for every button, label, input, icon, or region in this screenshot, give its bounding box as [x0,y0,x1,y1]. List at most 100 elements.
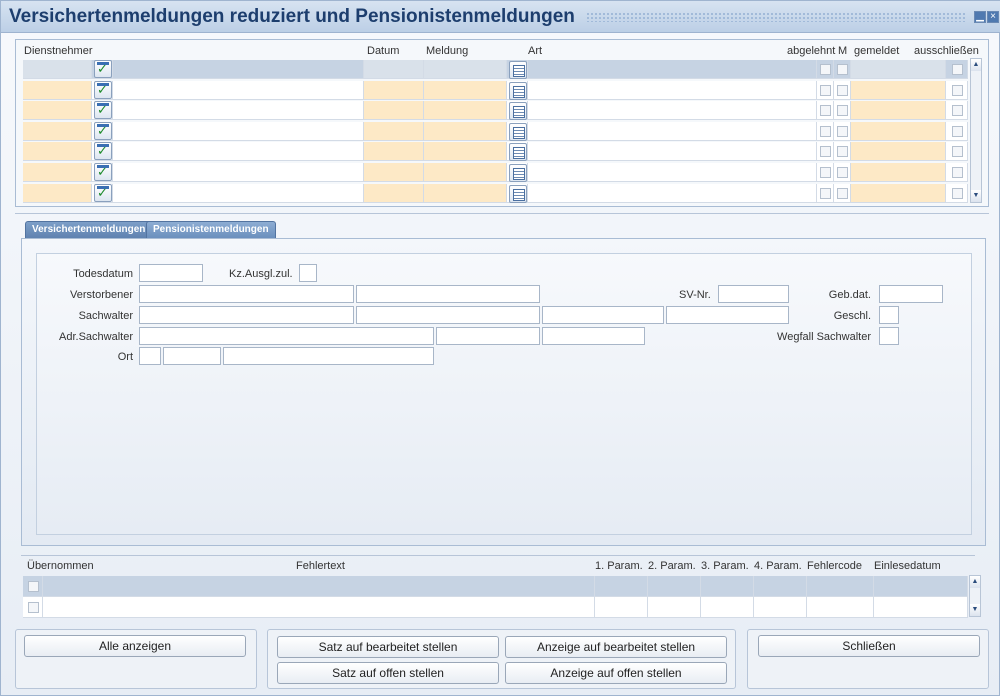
gemeldet-cell[interactable] [851,163,946,182]
dienstnehmer-name-cell[interactable] [113,101,364,120]
fehler-scrollbar[interactable]: ▲ ▼ [969,575,981,617]
gemeldet-cell[interactable] [851,184,946,203]
dienstnehmer-name-cell[interactable] [113,142,364,161]
check-document-icon[interactable] [94,101,112,119]
param3-cell[interactable] [701,597,754,618]
check-document-icon[interactable] [94,81,112,99]
check-document-icon[interactable] [94,184,112,202]
tab-versichertenmeldungen[interactable]: Versichertenmeldungen [25,221,153,238]
check-document-icon[interactable] [94,60,112,78]
document-list-icon[interactable] [509,164,527,182]
meldung-cell[interactable] [424,81,507,100]
abgelehnt-checkbox[interactable] [820,105,831,116]
document-list-icon[interactable] [509,143,527,161]
sv-nr-field[interactable] [718,285,789,303]
m-checkbox[interactable] [837,126,848,137]
sachwalter-field-1[interactable] [139,306,354,324]
param2-cell[interactable] [648,597,701,618]
art-cell[interactable] [528,101,817,120]
ort-land-field[interactable] [139,347,161,365]
abgelehnt-checkbox[interactable] [820,64,831,75]
gemeldet-cell[interactable] [851,81,946,100]
anzeige-offen-button[interactable]: Anzeige auf offen stellen [505,662,727,684]
geschl-field[interactable] [879,306,899,324]
dienstnehmer-name-cell[interactable] [113,60,364,79]
fehlercode-cell[interactable] [807,576,874,597]
param1-cell[interactable] [595,597,648,618]
datum-cell[interactable] [364,122,424,141]
minimize-icon[interactable]: ▁ [974,11,986,23]
document-list-icon[interactable] [509,102,527,120]
todesdatum-field[interactable] [139,264,203,282]
meldungen-scrollbar[interactable]: ▲ ▼ [970,58,982,203]
meldung-cell[interactable] [424,101,507,120]
adr-sachwalter-field-3[interactable] [542,327,645,345]
dienstnehmer-name-cell[interactable] [113,184,364,203]
datum-cell[interactable] [364,81,424,100]
dienstnehmer-name-cell[interactable] [113,122,364,141]
ausschliessen-checkbox[interactable] [952,105,963,116]
abgelehnt-checkbox[interactable] [820,167,831,178]
close-icon[interactable]: × [987,11,999,23]
param1-cell[interactable] [595,576,648,597]
schliessen-button[interactable]: Schließen [758,635,980,657]
anzeige-bearbeitet-button[interactable]: Anzeige auf bearbeitet stellen [505,636,727,658]
datum-cell[interactable] [364,101,424,120]
art-cell[interactable] [528,122,817,141]
dienstnehmer-nr-cell[interactable] [23,60,92,79]
gemeldet-cell[interactable] [851,101,946,120]
param3-cell[interactable] [701,576,754,597]
ausschliessen-checkbox[interactable] [952,126,963,137]
datum-cell[interactable] [364,60,424,79]
param4-cell[interactable] [754,597,807,618]
check-document-icon[interactable] [94,142,112,160]
document-list-icon[interactable] [509,123,527,141]
m-checkbox[interactable] [837,167,848,178]
verstorbener-vorname-field[interactable] [356,285,540,303]
sachwalter-field-2[interactable] [356,306,540,324]
meldung-cell[interactable] [424,60,507,79]
ausschliessen-checkbox[interactable] [952,188,963,199]
fehlercode-cell[interactable] [807,597,874,618]
einlesedatum-cell[interactable] [874,576,968,597]
fehlertext-cell[interactable] [43,576,595,597]
m-checkbox[interactable] [837,146,848,157]
gemeldet-cell[interactable] [851,142,946,161]
alle-anzeigen-button[interactable]: Alle anzeigen [24,635,246,657]
document-list-icon[interactable] [509,82,527,100]
abgelehnt-checkbox[interactable] [820,188,831,199]
sachwalter-field-3[interactable] [542,306,664,324]
ausschliessen-checkbox[interactable] [952,64,963,75]
art-cell[interactable] [528,184,817,203]
adr-sachwalter-field-1[interactable] [139,327,434,345]
datum-cell[interactable] [364,142,424,161]
verstorbener-name-field[interactable] [139,285,354,303]
wegfall-sachwalter-field[interactable] [879,327,899,345]
ort-plz-field[interactable] [163,347,221,365]
dienstnehmer-name-cell[interactable] [113,163,364,182]
abgelehnt-checkbox[interactable] [820,85,831,96]
uebernommen-checkbox[interactable] [28,581,39,592]
sachwalter-field-4[interactable] [666,306,789,324]
datum-cell[interactable] [364,163,424,182]
art-cell[interactable] [528,81,817,100]
meldung-cell[interactable] [424,122,507,141]
kz-ausgl-field[interactable] [299,264,317,282]
ausschliessen-checkbox[interactable] [952,167,963,178]
document-list-icon[interactable] [509,61,527,79]
param2-cell[interactable] [648,576,701,597]
dienstnehmer-nr-cell[interactable] [23,101,92,120]
gemeldet-cell[interactable] [851,122,946,141]
satz-offen-button[interactable]: Satz auf offen stellen [277,662,499,684]
check-document-icon[interactable] [94,163,112,181]
m-checkbox[interactable] [837,85,848,96]
dienstnehmer-nr-cell[interactable] [23,184,92,203]
uebernommen-checkbox[interactable] [28,602,39,613]
dienstnehmer-nr-cell[interactable] [23,81,92,100]
check-document-icon[interactable] [94,122,112,140]
geb-dat-field[interactable] [879,285,943,303]
scroll-up-icon[interactable]: ▲ [970,576,980,588]
art-cell[interactable] [528,60,817,79]
m-checkbox[interactable] [837,105,848,116]
param4-cell[interactable] [754,576,807,597]
